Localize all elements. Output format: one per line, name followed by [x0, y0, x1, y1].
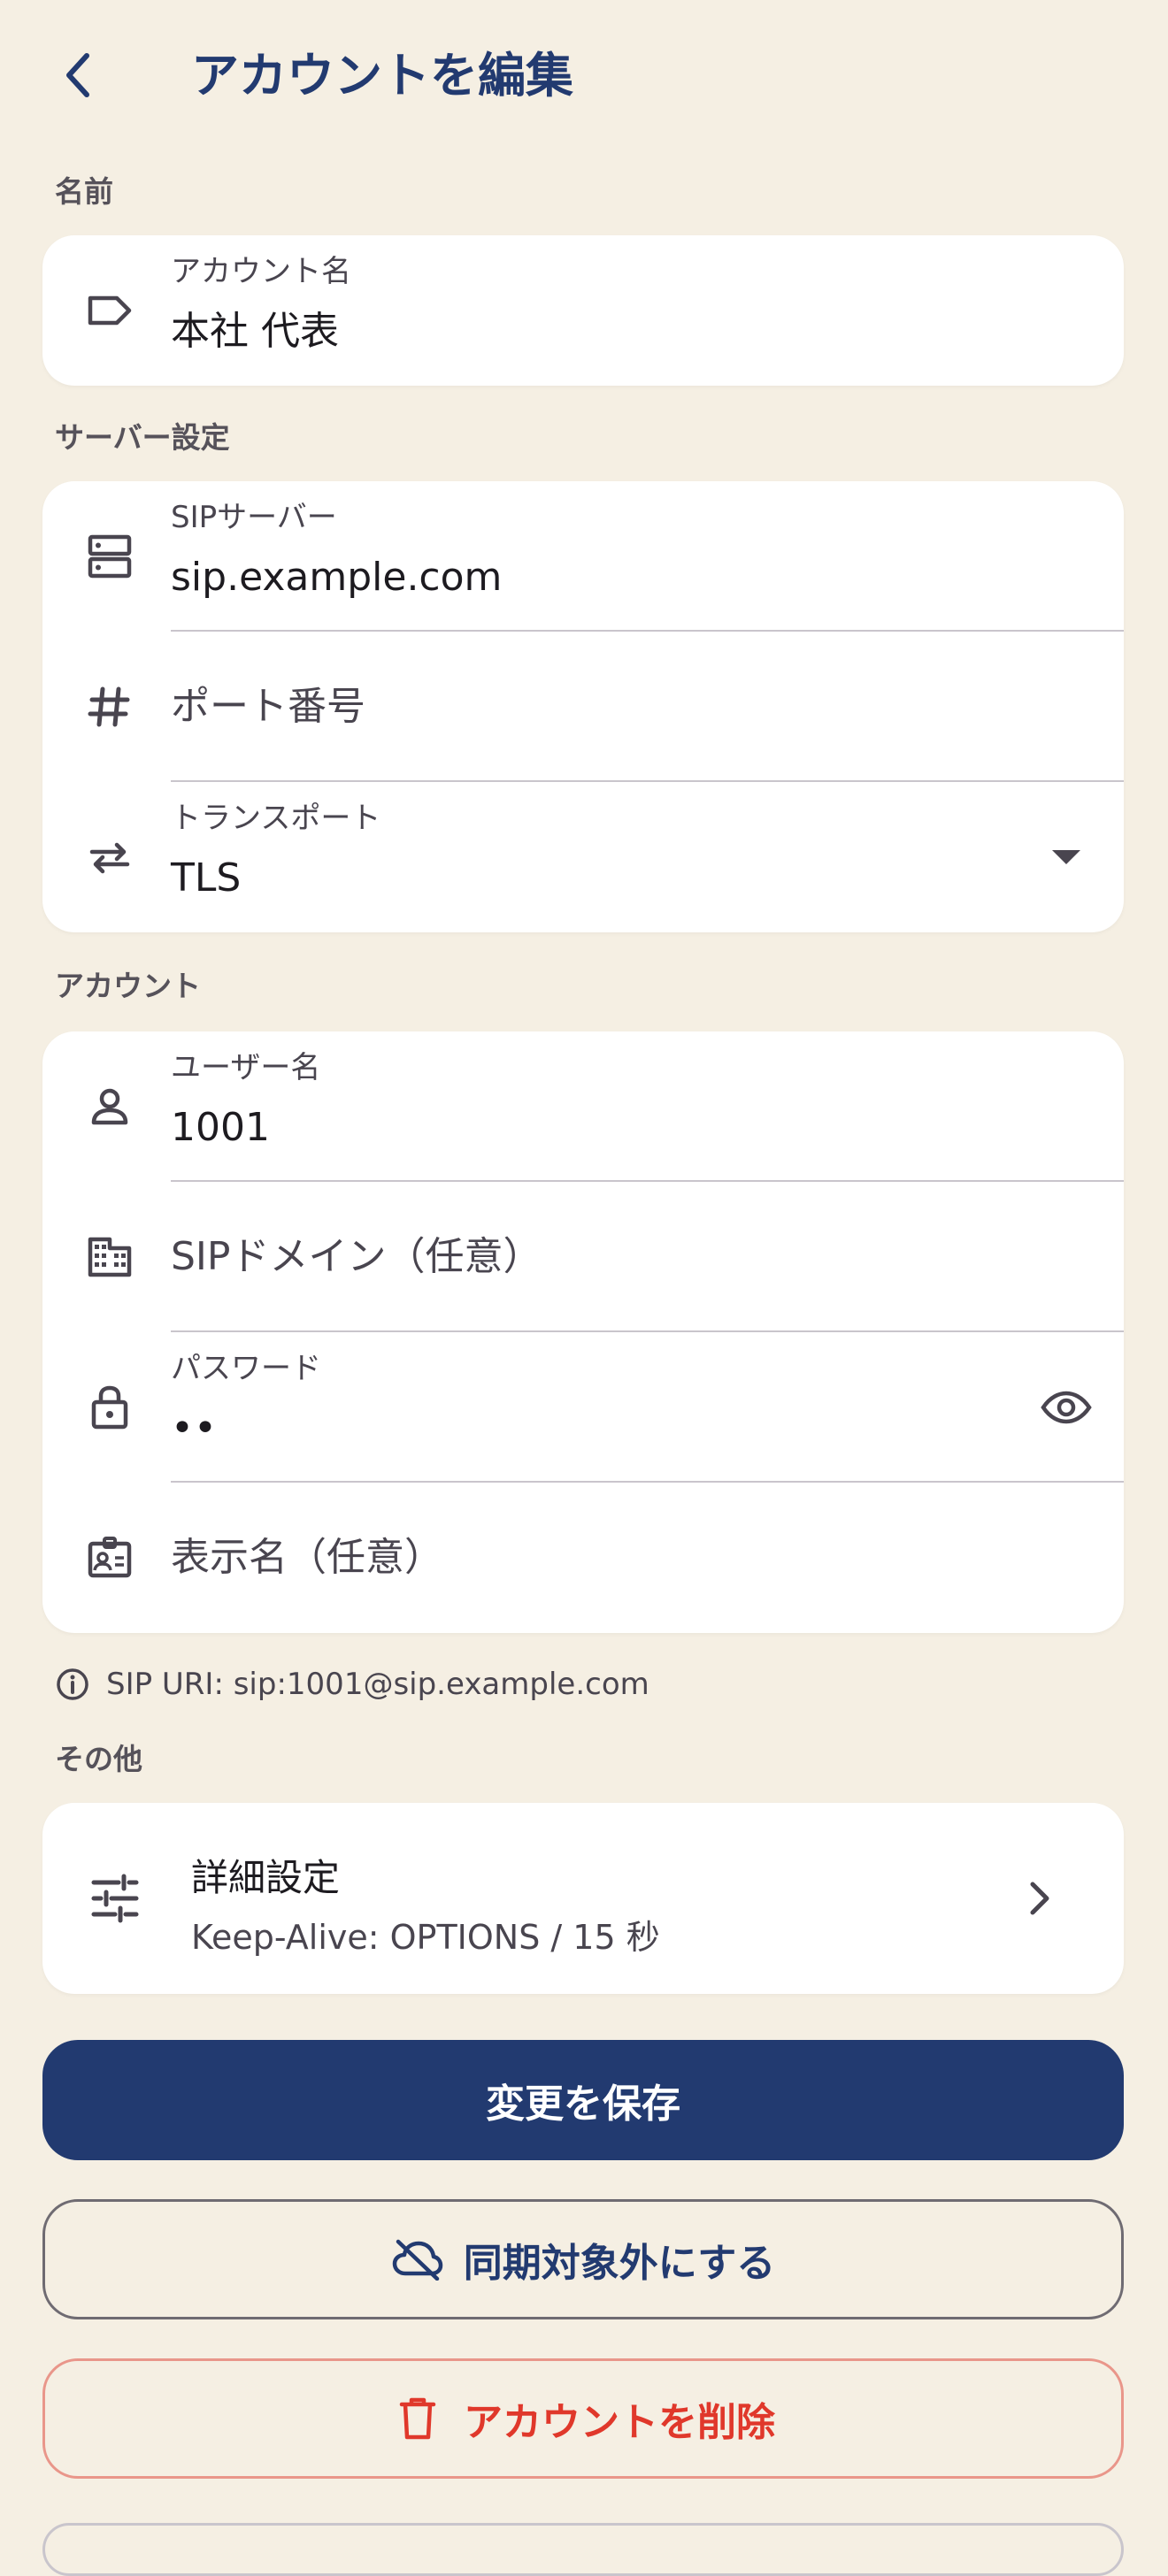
caret-down-icon: [1052, 850, 1080, 864]
username-field[interactable]: ユーザー名 1001: [42, 1031, 1124, 1182]
section-label-account: アカウント: [55, 969, 201, 1003]
section-label-other: その他: [55, 1742, 142, 1776]
advanced-settings-row[interactable]: 詳細設定 Keep-Alive: OPTIONS / 15 秒: [42, 1803, 1124, 1994]
section-label-server: サーバー設定: [55, 420, 230, 455]
port-placeholder[interactable]: ポート番号: [171, 679, 365, 734]
unsync-label: 同期対象外にする: [463, 2241, 776, 2286]
sip-domain-placeholder[interactable]: SIPドメイン（任意）: [171, 1230, 542, 1284]
delete-account-button[interactable]: アカウントを削除: [42, 2358, 1124, 2479]
sip-uri-info: SIP URI: sip:1001@sip.example.com: [55, 1661, 649, 1707]
display-name-field[interactable]: 表示名（任意）: [42, 1483, 1124, 1633]
building-icon: [81, 1229, 138, 1285]
account-name-label: アカウント名: [171, 254, 351, 289]
top-app-bar: アカウントを編集: [0, 0, 1168, 150]
password-label: パスワード: [171, 1351, 321, 1386]
hash-icon: [81, 678, 138, 735]
display-name-placeholder[interactable]: 表示名（任意）: [171, 1530, 443, 1585]
badge-icon: [81, 1530, 138, 1586]
account-card: ユーザー名 1001 SIPドメイン（任意） パスワード •• 表示名（任意）: [42, 1031, 1124, 1633]
eye-icon: [1041, 1391, 1092, 1424]
save-changes-label: 変更を保存: [486, 2082, 680, 2127]
transport-label: トランスポート: [171, 801, 381, 836]
lock-icon: [81, 1379, 138, 1436]
swap-horiz-icon: [81, 829, 138, 886]
label-tag-icon: [81, 282, 138, 339]
chevron-right-icon: [1018, 1874, 1062, 1923]
password-field[interactable]: パスワード ••: [42, 1332, 1124, 1483]
username-value[interactable]: 1001: [171, 1100, 270, 1155]
account-name-value[interactable]: 本社 代表: [171, 304, 339, 359]
server-card: SIPサーバー sip.example.com ポート番号 トランスポート TL…: [42, 481, 1124, 932]
sip-server-field[interactable]: SIPサーバー sip.example.com: [42, 481, 1124, 632]
sip-domain-field[interactable]: SIPドメイン（任意）: [42, 1182, 1124, 1332]
info-icon: [55, 1667, 90, 1702]
tune-icon: [87, 1870, 143, 1927]
advanced-settings-title: 詳細設定: [191, 1856, 341, 1899]
dropdown-arrow-button[interactable]: [1035, 826, 1097, 888]
chevron-left-icon: [66, 53, 89, 97]
back-button[interactable]: [42, 35, 113, 115]
delete-account-label: アカウントを削除: [464, 2400, 775, 2445]
page-title: アカウントを編集: [191, 48, 573, 104]
transport-select[interactable]: トランスポート TLS: [42, 782, 1124, 932]
toggle-password-visibility-button[interactable]: [1035, 1376, 1097, 1438]
person-icon: [81, 1078, 138, 1135]
unsync-button[interactable]: 同期対象外にする: [42, 2199, 1124, 2319]
sip-uri-text: SIP URI: sip:1001@sip.example.com: [106, 1667, 649, 1702]
server-icon: [81, 528, 138, 585]
partially-visible-button[interactable]: [42, 2523, 1124, 2576]
name-card: アカウント名 本社 代表: [42, 235, 1124, 386]
cloud-off-icon: [391, 2233, 444, 2286]
save-changes-button[interactable]: 変更を保存: [42, 2040, 1124, 2160]
edit-account-screen: アカウントを編集 名前 アカウント名 本社 代表 サーバー設定 SIPサーバー …: [0, 0, 1168, 2576]
password-value[interactable]: ••: [171, 1401, 217, 1456]
section-label-name: 名前: [55, 174, 113, 209]
sip-server-value[interactable]: sip.example.com: [171, 550, 502, 605]
account-name-field[interactable]: アカウント名 本社 代表: [42, 235, 1124, 386]
trash-icon: [391, 2392, 444, 2445]
port-field[interactable]: ポート番号: [42, 632, 1124, 782]
transport-value[interactable]: TLS: [171, 851, 241, 906]
advanced-settings-subtitle: Keep-Alive: OPTIONS / 15 秒: [191, 1918, 660, 1957]
username-label: ユーザー名: [171, 1050, 321, 1085]
sip-server-label: SIPサーバー: [171, 500, 337, 535]
